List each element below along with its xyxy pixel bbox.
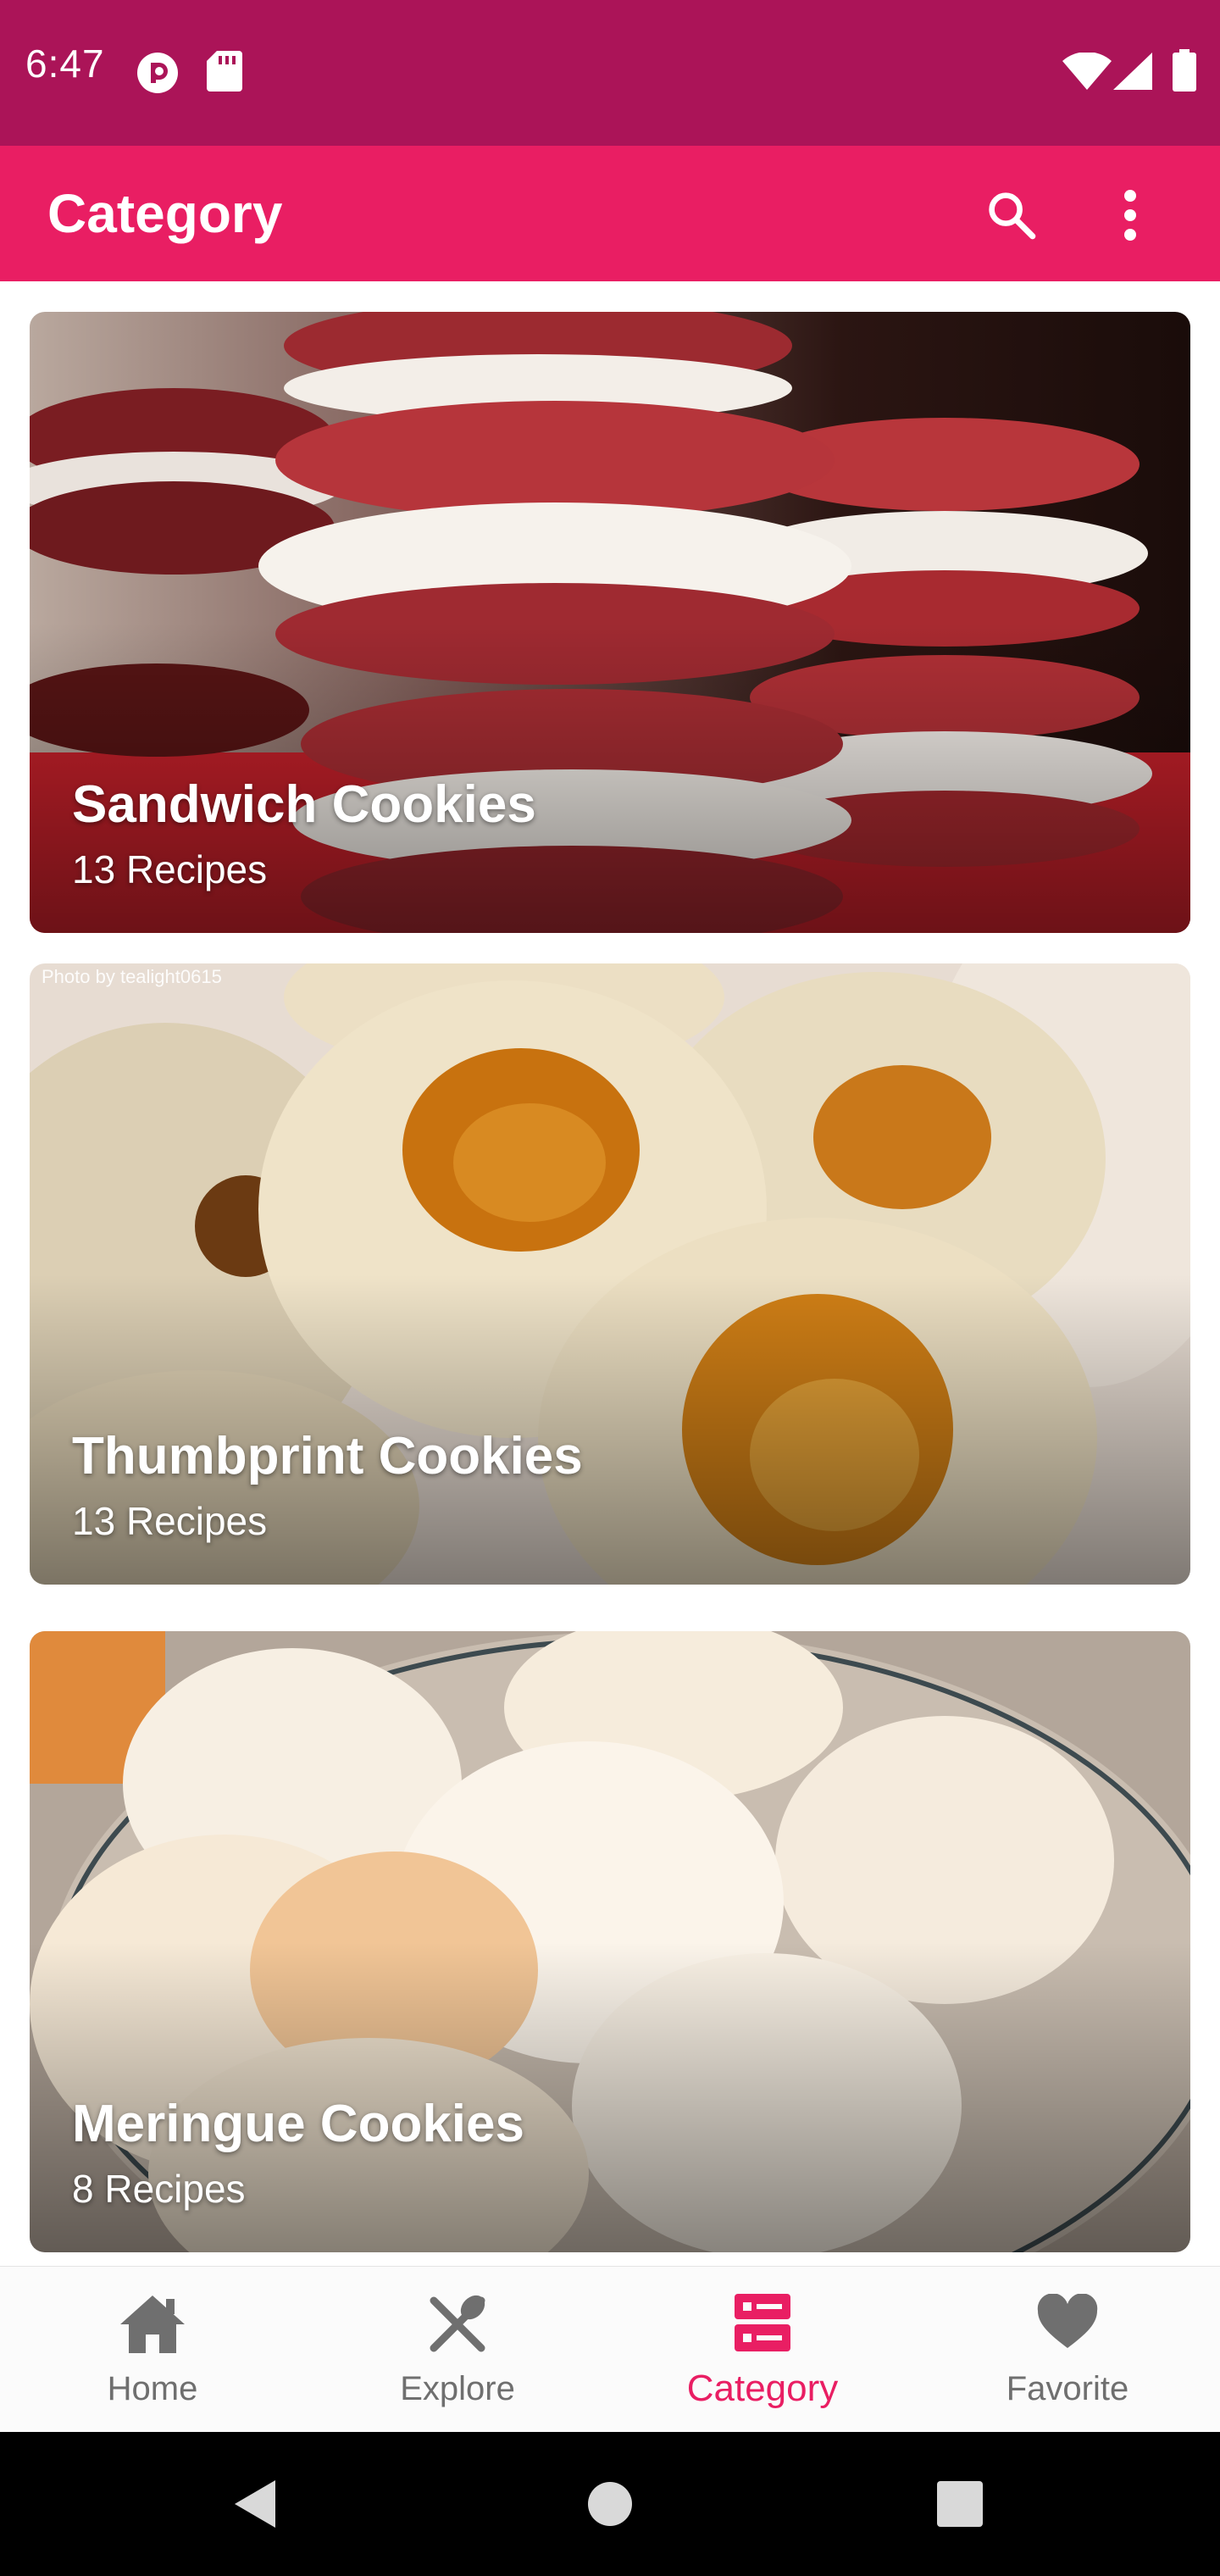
category-title: Thumbprint Cookies xyxy=(72,1427,583,1485)
photo-credit: Photo by tealight0615 xyxy=(42,966,222,987)
nav-label: Explore xyxy=(400,2370,515,2407)
recents-icon[interactable] xyxy=(922,2466,998,2542)
bottom-navigation: Home Explore Category Favorite xyxy=(0,2266,1220,2432)
utensils-icon xyxy=(305,2294,610,2355)
cell-signal-icon xyxy=(1113,53,1152,94)
heart-icon xyxy=(915,2294,1220,2355)
category-card-thumbprint-cookies[interactable]: Photo by tealight0615 Thumbprint Cookies… xyxy=(30,963,1190,1585)
more-vert-icon[interactable] xyxy=(1095,180,1166,251)
page-title: Category xyxy=(47,183,283,244)
category-recipe-count: 8 Recipes xyxy=(72,2167,246,2211)
app-bar: Category xyxy=(0,146,1220,281)
back-icon[interactable] xyxy=(217,2466,293,2542)
nav-explore[interactable]: Explore xyxy=(305,2267,610,2433)
nav-favorite[interactable]: Favorite xyxy=(915,2267,1220,2433)
category-icon xyxy=(610,2294,915,2355)
home-circle-icon[interactable] xyxy=(572,2466,648,2542)
search-icon[interactable] xyxy=(976,180,1047,251)
system-navigation-bar xyxy=(0,2432,1220,2576)
category-recipe-count: 13 Recipes xyxy=(72,847,268,891)
battery-icon xyxy=(1173,49,1196,96)
status-time: 6:47 xyxy=(25,42,105,86)
category-card-meringue-cookies[interactable]: Meringue Cookies 8 Recipes xyxy=(30,1631,1190,2252)
home-icon xyxy=(0,2294,305,2355)
category-recipe-count: 13 Recipes xyxy=(72,1499,268,1543)
nav-category[interactable]: Category xyxy=(610,2267,915,2433)
category-title: Meringue Cookies xyxy=(72,2095,524,2153)
sd-card-icon xyxy=(207,51,242,96)
nav-label: Home xyxy=(107,2370,198,2407)
nav-label: Favorite xyxy=(1006,2370,1129,2407)
category-title: Sandwich Cookies xyxy=(72,775,536,834)
pocket-casts-icon xyxy=(136,51,180,99)
category-card-sandwich-cookies[interactable]: Sandwich Cookies 13 Recipes xyxy=(30,312,1190,933)
nav-home[interactable]: Home xyxy=(0,2267,305,2433)
category-list[interactable]: Sandwich Cookies 13 Recipes Photo by tea… xyxy=(0,281,1220,2266)
nav-label: Category xyxy=(686,2368,839,2409)
wifi-icon xyxy=(1062,52,1112,94)
status-bar: 6:47 xyxy=(0,0,1220,146)
